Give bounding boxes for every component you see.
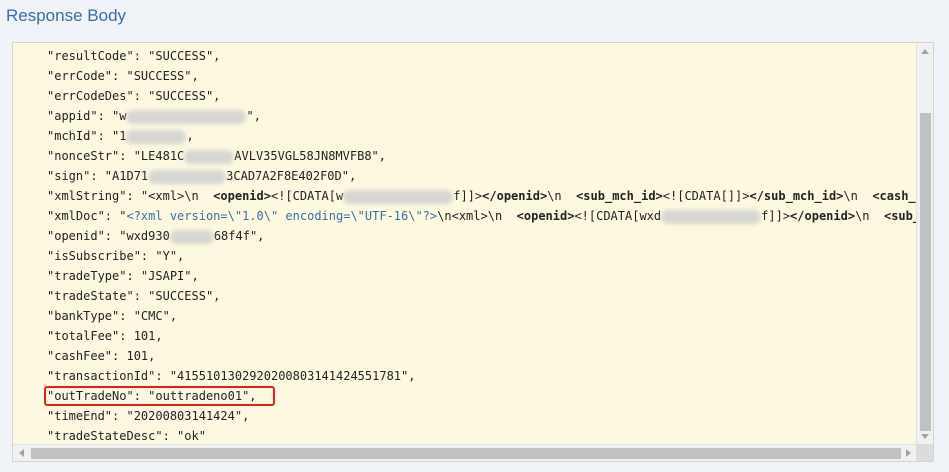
json-line: "sign": "A1D71 3CAD7A2F8E402F0D", — [47, 169, 357, 184]
vertical-scrollbar[interactable] — [916, 43, 933, 445]
scroll-left-arrow-icon[interactable] — [19, 449, 24, 457]
json-line: "transactionId": "4155101302920200803141… — [47, 369, 416, 383]
outtradeno-highlight-box — [44, 386, 275, 406]
horizontal-scroll-thumb[interactable] — [31, 448, 901, 459]
json-line: "xmlDoc": "<?xml version=\"1.0\" encodin… — [47, 209, 917, 224]
json-line: "openid": "wxd930 68f4f", — [47, 229, 265, 244]
redacted-blur — [184, 149, 235, 164]
redacted-blur — [148, 169, 227, 184]
response-body-panel[interactable]: "resultCode": "SUCCESS", "errCode": "SUC… — [12, 42, 934, 462]
json-line: "mchId": "1, — [47, 129, 194, 144]
json-line: "tradeStateDesc": "ok" — [47, 429, 206, 443]
json-line: "nonceStr": "LE481C AVLV35VGL58JN8MVFB8", — [47, 149, 386, 164]
json-line: "xmlString": "<xml>\n <openid><![CDATA[w… — [47, 189, 917, 204]
scroll-up-arrow-icon[interactable] — [921, 49, 929, 54]
redacted-blur — [661, 209, 762, 224]
json-line: "appid": "w ", — [47, 109, 261, 124]
scroll-down-arrow-icon[interactable] — [921, 434, 929, 439]
json-line: "totalFee": 101, — [47, 329, 163, 343]
json-line: "isSubscribe": "Y", — [47, 249, 185, 263]
vertical-scroll-thumb[interactable] — [920, 113, 931, 431]
json-line: "tradeType": "JSAPI", — [47, 269, 199, 283]
redacted-blur — [126, 129, 187, 144]
scroll-right-arrow-icon[interactable] — [906, 449, 911, 457]
json-line: "errCode": "SUCCESS", — [47, 69, 199, 83]
scrollbar-corner — [916, 444, 933, 461]
json-line: "timeEnd": "20200803141424", — [47, 409, 250, 423]
redacted-blur — [126, 109, 247, 124]
json-line: "bankType": "CMC", — [47, 309, 178, 323]
redacted-blur — [169, 229, 214, 244]
json-line: "cashFee": 101, — [47, 349, 156, 363]
redacted-blur — [343, 189, 454, 204]
section-title: Response Body — [6, 6, 127, 25]
json-line: "errCodeDes": "SUCCESS", — [47, 89, 221, 103]
json-line: "tradeState": "SUCCESS", — [47, 289, 221, 303]
response-json: "resultCode": "SUCCESS", "errCode": "SUC… — [13, 43, 917, 445]
horizontal-scrollbar[interactable] — [13, 444, 917, 461]
json-line: "resultCode": "SUCCESS", — [47, 49, 221, 63]
